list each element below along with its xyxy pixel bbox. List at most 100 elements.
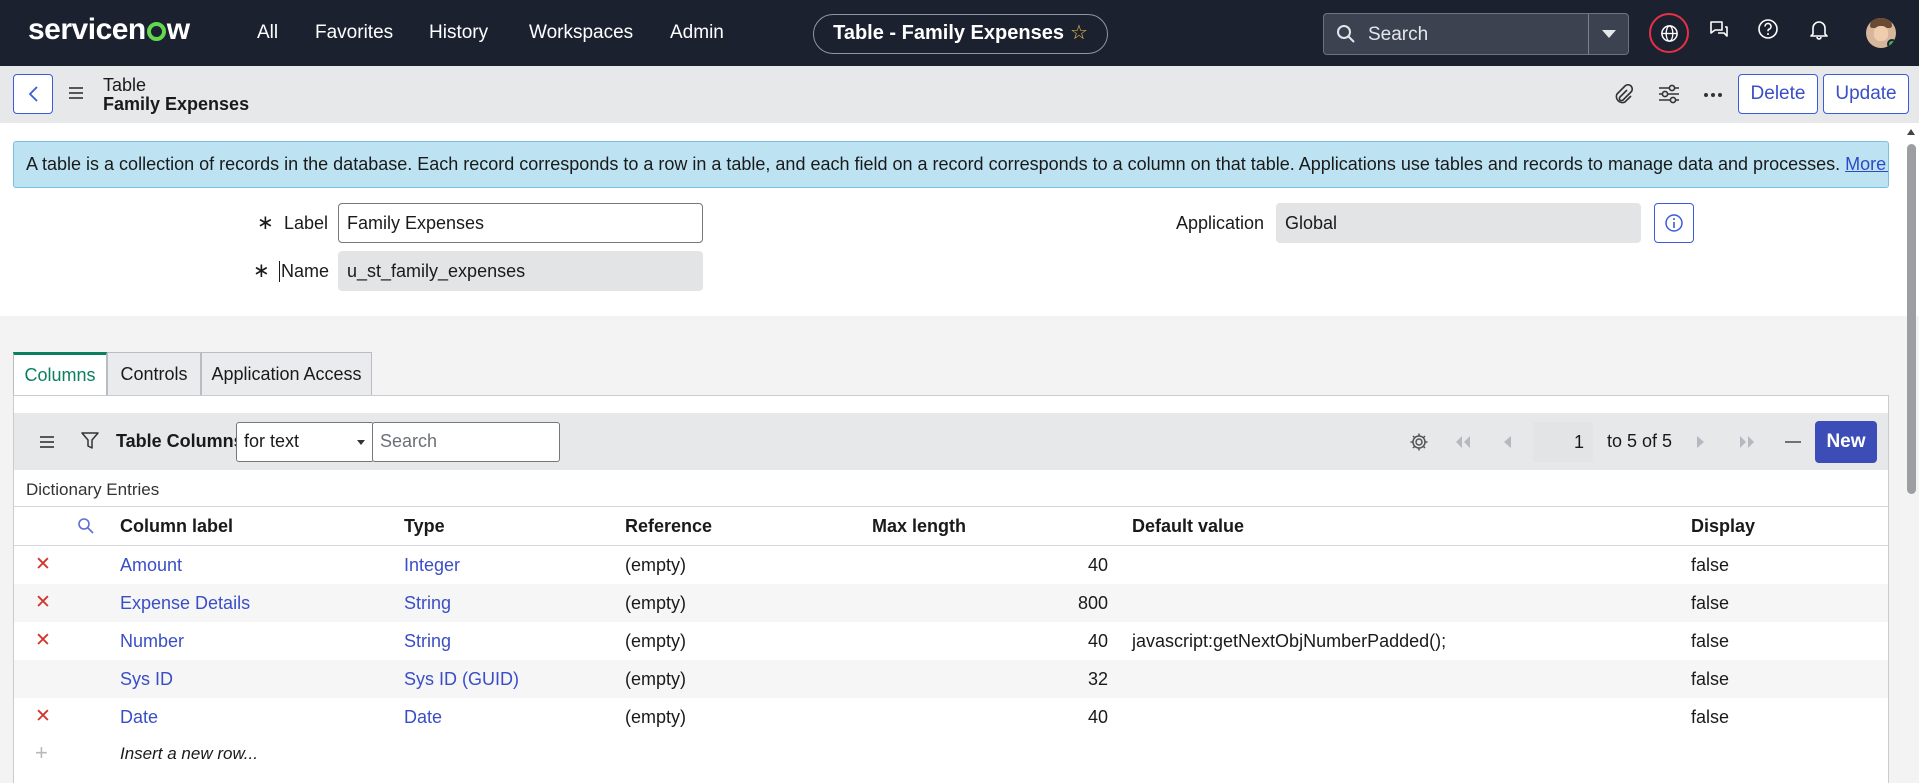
search-field-select[interactable]: for text	[236, 422, 374, 462]
nav-all[interactable]: All	[257, 22, 278, 44]
column-header-type[interactable]: Type	[404, 516, 445, 537]
record-header: Table Family Expenses Delete Update	[0, 66, 1919, 123]
list-toolbar: Table Columns for text Search 1 to 5 of …	[14, 413, 1888, 470]
cell-reference[interactable]: (empty)	[625, 555, 686, 576]
search-icon	[1337, 25, 1355, 43]
application-field-label: Application	[1176, 213, 1265, 233]
label-input[interactable]: Family Expenses	[338, 203, 703, 243]
delete-row-icon[interactable]: ✕	[35, 707, 51, 726]
cell-type[interactable]: String	[404, 631, 451, 652]
nav-admin[interactable]: Admin	[670, 22, 724, 44]
paperclip-icon[interactable]	[1613, 84, 1633, 106]
previous-page-icon[interactable]	[1502, 435, 1512, 449]
column-header-max-length[interactable]: Max length	[872, 516, 966, 537]
application-input[interactable]: Global	[1276, 203, 1641, 243]
cell-type[interactable]: Integer	[404, 555, 460, 576]
tab-controls[interactable]: Controls	[107, 352, 201, 396]
gear-icon[interactable]	[1409, 432, 1429, 452]
more-options-icon[interactable]	[1703, 92, 1723, 98]
column-header-reference[interactable]: Reference	[625, 516, 712, 537]
cell-type[interactable]: String	[404, 593, 451, 614]
insert-row-text[interactable]: Insert a new row...	[120, 744, 258, 764]
application-info-button[interactable]	[1654, 203, 1694, 243]
table-row: Sys ID Sys ID (GUID) (empty) 32 false	[14, 660, 1888, 698]
nav-favorites[interactable]: Favorites	[315, 22, 393, 44]
nav-history[interactable]: History	[429, 22, 488, 44]
page-number-input[interactable]: 1	[1533, 422, 1593, 462]
delete-row-icon[interactable]: ✕	[35, 555, 51, 574]
tab-columns[interactable]: Columns	[13, 352, 107, 397]
name-input[interactable]: u_st_family_expenses	[338, 251, 703, 291]
record-title-pill[interactable]: Table - Family Expenses ☆	[813, 14, 1108, 54]
global-search[interactable]: Search	[1323, 13, 1629, 55]
cell-max-length[interactable]: 800	[1018, 593, 1108, 614]
bell-icon[interactable]	[1808, 18, 1830, 40]
list-search-input[interactable]: Search	[372, 422, 560, 462]
last-page-icon[interactable]	[1738, 435, 1756, 449]
cell-type[interactable]: Date	[404, 707, 442, 728]
cell-reference[interactable]: (empty)	[625, 593, 686, 614]
cell-reference[interactable]: (empty)	[625, 631, 686, 652]
name-field-label: Name	[279, 261, 330, 282]
cell-display[interactable]: false	[1691, 555, 1729, 576]
nav-workspaces[interactable]: Workspaces	[529, 22, 633, 44]
insert-row[interactable]: + Insert a new row...	[14, 736, 1888, 774]
info-text: A table is a collection of records in th…	[26, 154, 1841, 174]
cell-display[interactable]: false	[1691, 631, 1729, 652]
servicenow-logo[interactable]: servicen w	[28, 13, 190, 47]
cell-column-label[interactable]: Expense Details	[120, 593, 250, 614]
delete-row-icon[interactable]: ✕	[35, 593, 51, 612]
context-menu-icon[interactable]	[68, 86, 84, 100]
record-title: Table - Family Expenses	[833, 22, 1064, 44]
column-header-label[interactable]: Column label	[120, 516, 233, 537]
table-row: ✕ Amount Integer (empty) 40 false	[14, 546, 1888, 584]
delete-button[interactable]: Delete	[1738, 74, 1818, 114]
scroll-up-icon[interactable]	[1906, 128, 1916, 136]
filter-icon[interactable]	[81, 432, 99, 450]
delete-row-icon[interactable]: ✕	[35, 631, 51, 650]
back-button[interactable]	[13, 74, 53, 114]
column-search-icon[interactable]	[77, 517, 95, 535]
next-page-icon[interactable]	[1696, 435, 1706, 449]
cell-display[interactable]: false	[1691, 593, 1729, 614]
cell-display[interactable]: false	[1691, 669, 1729, 690]
update-button[interactable]: Update	[1823, 74, 1909, 114]
page-scrollbar[interactable]	[1905, 128, 1917, 783]
settings-sliders-icon[interactable]	[1658, 84, 1680, 104]
cell-max-length[interactable]: 32	[1018, 669, 1108, 690]
star-icon[interactable]: ☆	[1070, 22, 1088, 44]
scrollbar-thumb[interactable]	[1907, 144, 1916, 494]
table-row: ✕ Number String (empty) 40 javascript:ge…	[14, 622, 1888, 660]
cell-column-label[interactable]: Number	[120, 631, 184, 652]
user-avatar[interactable]	[1866, 18, 1896, 48]
cell-max-length[interactable]: 40	[1018, 707, 1108, 728]
chat-icon[interactable]	[1708, 18, 1730, 40]
cell-column-label[interactable]: Date	[120, 707, 158, 728]
cell-reference[interactable]: (empty)	[625, 669, 686, 690]
table-row: ✕ Date Date (empty) 40 false	[14, 698, 1888, 736]
cell-reference[interactable]: (empty)	[625, 707, 686, 728]
column-header-display[interactable]: Display	[1691, 516, 1755, 537]
scope-picker-button[interactable]	[1649, 13, 1689, 53]
list-menu-icon[interactable]	[39, 435, 55, 449]
pagination-text: to 5 of 5	[1607, 431, 1673, 451]
column-header-default-value[interactable]: Default value	[1132, 516, 1244, 537]
tab-application-access[interactable]: Application Access	[201, 352, 372, 396]
more-info-link[interactable]: More Info	[1845, 154, 1888, 174]
cell-max-length[interactable]: 40	[1018, 631, 1108, 652]
chevron-left-icon	[28, 86, 38, 102]
first-page-icon[interactable]	[1454, 435, 1472, 449]
cell-type[interactable]: Sys ID (GUID)	[404, 669, 519, 690]
cell-max-length[interactable]: 40	[1018, 555, 1108, 576]
cell-display[interactable]: false	[1691, 707, 1729, 728]
table-header: Column label Type Reference Max length D…	[14, 506, 1888, 546]
cell-column-label[interactable]: Sys ID	[120, 669, 173, 690]
caret-down-icon	[357, 440, 365, 445]
search-dropdown-button[interactable]	[1588, 14, 1628, 54]
new-button[interactable]: New	[1815, 421, 1877, 463]
cell-column-label[interactable]: Amount	[120, 555, 182, 576]
cell-default-value[interactable]: javascript:getNextObjNumberPadded();	[1132, 631, 1446, 652]
help-icon[interactable]	[1757, 18, 1779, 40]
list-breadcrumb[interactable]: Dictionary Entries	[26, 480, 159, 500]
collapse-icon[interactable]	[1785, 441, 1801, 443]
